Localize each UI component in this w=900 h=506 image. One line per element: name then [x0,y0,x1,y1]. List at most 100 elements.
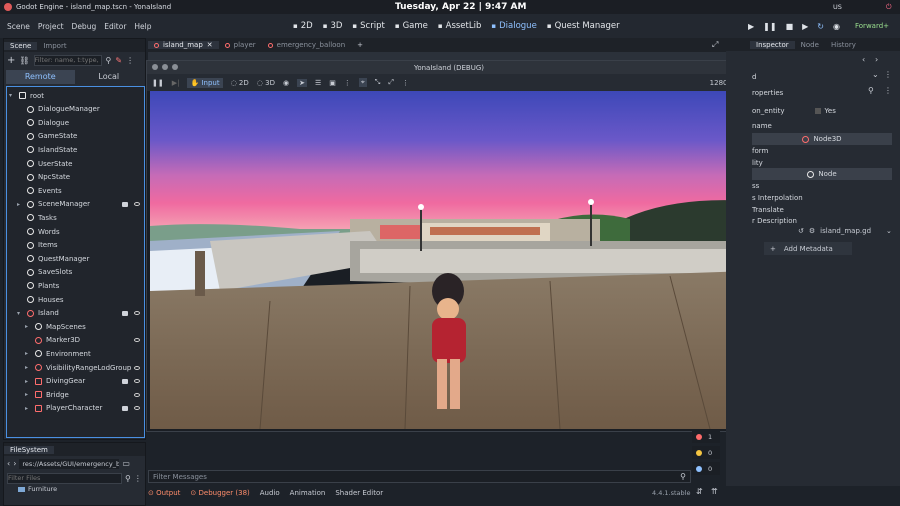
menu-dots-icon[interactable]: ⋮ [134,474,142,483]
tree-node[interactable]: Plants [7,279,144,292]
tree-node[interactable]: UserState [7,157,144,170]
visibility-eye-icon[interactable] [134,365,140,370]
inspector-row[interactable]: form [752,145,768,157]
chevron-right-icon[interactable]: ▸ [25,323,28,330]
fit-icon[interactable]: ⤡ [375,78,381,87]
play-icon[interactable]: ▶ [748,22,754,31]
tree-node[interactable]: DialogueManager [7,103,144,116]
tree-node[interactable]: ▸ SceneManager [7,198,144,211]
animation-tab[interactable]: Animation [290,489,326,497]
power-icon[interactable]: ⏻ [886,3,892,12]
chevron-down-icon[interactable]: ▾ [17,310,20,317]
search-icon[interactable]: ⚲ [125,474,131,483]
next-frame-icon[interactable]: ▶| [172,79,180,87]
clock[interactable]: Tuesday, Apr 22 | 9:47 AM [395,2,526,12]
inspector-row[interactable]: on_entity Yes [752,105,836,117]
folder-label[interactable]: Furniture [28,485,57,493]
menu-debug[interactable]: Debug [68,22,101,31]
visibility-eye-icon[interactable] [134,379,140,384]
tree-node[interactable]: ▸ MapScenes [7,320,144,333]
renderer-select[interactable]: Forward+ [855,22,889,30]
filter-icon[interactable]: ⚲ [106,56,112,65]
close-icon[interactable]: ✕ [207,41,213,49]
tree-node[interactable]: ▾ Island [7,307,144,320]
filter-files-input[interactable] [7,472,122,484]
tree-node[interactable]: IslandState [7,143,144,156]
tree-node[interactable]: Tasks [7,211,144,224]
chevron-right-icon[interactable]: ▸ [25,405,28,412]
gear-icon[interactable]: ⚙ [809,227,815,235]
back-icon[interactable]: ‹ [7,459,10,468]
visibility-eye-icon[interactable] [134,406,140,411]
filter-messages-input[interactable]: Filter Messages [153,473,207,481]
workspace-quest-manager[interactable]: ▪ Quest Manager [542,21,625,31]
tree-node[interactable]: Items [7,239,144,252]
tree-node[interactable]: QuestManager [7,252,144,265]
tree-node[interactable]: ▸ VisibilityRangeLodGroup [7,361,144,374]
inspector-row[interactable]: name [752,120,772,132]
menu-dots-icon[interactable]: ⋮ [402,79,409,87]
list-select-icon[interactable]: ☰ [315,79,321,87]
menu-dots-icon[interactable]: ⋮ [344,79,351,87]
movie-icon[interactable]: ◉ [833,22,840,31]
window-min-icon[interactable] [162,64,168,70]
add-node-icon[interactable]: + [7,55,15,66]
inspector-row[interactable]: s Interpolation [752,192,803,204]
tree-node[interactable]: GameState [7,130,144,143]
chevron-right-icon[interactable]: ▸ [25,391,28,398]
window-max-icon[interactable] [172,64,178,70]
add-metadata-button[interactable]: + Add Metadata [764,242,852,255]
visibility-eye-icon[interactable] [134,338,140,343]
workspace-dialogue[interactable]: ▪ Dialogue [486,21,541,31]
tree-node[interactable]: ▸ DivingGear [7,375,144,388]
local-tab[interactable]: Local [75,70,144,84]
editor-tab[interactable]: emergency_balloon [262,41,352,49]
audio-tab[interactable]: Audio [260,489,280,497]
chevron-down-icon[interactable]: ⌄ [886,227,892,235]
tree-node[interactable]: Houses [7,293,144,306]
script-attach-icon[interactable]: ✎ [115,56,122,65]
select-icon[interactable]: ➤ [297,78,307,87]
workspace-script[interactable]: ▪ Script [347,21,389,31]
script-name[interactable]: island_map.gd [820,227,871,235]
inspector-row[interactable]: ss [752,180,759,192]
add-tab-icon[interactable]: + [351,41,369,49]
pin-icon[interactable]: ⇈ [711,487,718,496]
tree-node[interactable]: Words [7,225,144,238]
menu-editor[interactable]: Editor [100,22,130,31]
dropdown-icon[interactable]: ⌄ [872,70,879,79]
tree-node[interactable]: Dialogue [7,116,144,129]
window-close-icon[interactable] [152,64,158,70]
split-icon[interactable]: ▭ [122,459,130,468]
camera-icon[interactable]: ▣ [329,79,336,87]
chevron-right-icon[interactable]: ▸ [25,350,28,357]
remote-tab[interactable]: Remote [6,70,75,84]
workspace-3d[interactable]: ▪ 3D [318,21,348,31]
tree-node[interactable]: Marker3D [7,334,144,347]
reload-icon[interactable]: ↻ [817,22,824,31]
center-view-icon[interactable]: ⌖ [358,78,367,87]
inspector-row[interactable]: d [752,71,756,83]
menu-help[interactable]: Help [130,22,155,31]
tree-node[interactable]: ▸ PlayerCharacter [7,402,144,415]
game-viewport[interactable] [150,91,750,429]
editor-tab[interactable]: island_map ✕ [148,41,219,49]
visibility-eye-icon[interactable] [134,311,140,316]
debugger-count-badge[interactable]: 1 [692,430,720,443]
scene-instance-icon[interactable] [122,405,128,411]
link-icon[interactable]: ⛓ [19,56,29,65]
tree-node[interactable]: NpcState [7,171,144,184]
menu-dots-icon[interactable]: ⋮ [884,70,892,79]
version-label[interactable]: 4.4.1.stable [652,489,690,497]
distraction-free-icon[interactable]: ⤢ [712,40,718,50]
menu-project[interactable]: Project [34,22,68,31]
tree-node[interactable]: SaveSlots [7,266,144,279]
prev-icon[interactable]: ‹ [862,55,865,64]
scene-instance-icon[interactable] [122,201,128,207]
workspace-assetlib[interactable]: ▪ AssetLib [433,21,486,31]
fullscreen-icon[interactable]: ⤢ [388,78,394,87]
tab-filesystem[interactable]: FileSystem [4,445,54,454]
search-icon[interactable]: ⚲ [868,86,874,95]
tree-node[interactable]: Events [7,184,144,197]
visibility-eye-icon[interactable] [134,392,140,397]
